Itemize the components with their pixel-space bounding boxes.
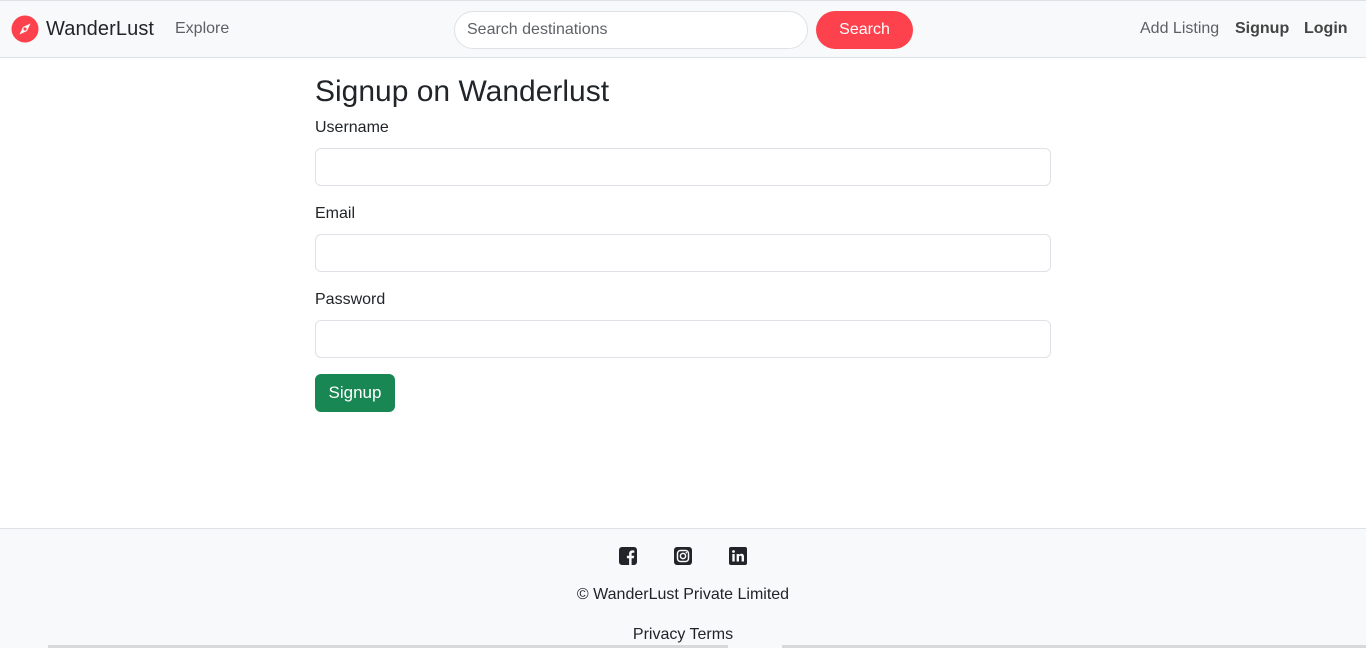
nav-login-link[interactable]: Login <box>1304 20 1348 38</box>
brand-name: WanderLust <box>46 17 155 40</box>
terms-link[interactable]: Terms <box>690 626 734 643</box>
linkedin-icon[interactable] <box>728 546 748 566</box>
social-links <box>0 546 1366 566</box>
search-input[interactable] <box>454 11 808 49</box>
nav-explore-link[interactable]: Explore <box>175 20 229 38</box>
compass-icon <box>11 15 39 43</box>
brand-link[interactable]: WanderLust <box>11 15 154 43</box>
footer-links: Privacy Terms <box>0 626 1366 644</box>
privacy-link[interactable]: Privacy <box>633 626 685 643</box>
search-button[interactable]: Search <box>816 11 913 49</box>
copyright-text: © WanderLust Private Limited <box>576 586 790 603</box>
facebook-icon[interactable] <box>618 546 638 566</box>
navbar: WanderLust Explore Search Add Listing Si… <box>0 0 1366 58</box>
username-field[interactable] <box>315 148 1051 186</box>
page-title: Signup on Wanderlust <box>315 75 610 108</box>
password-field[interactable] <box>315 320 1051 358</box>
nav-add-listing-link[interactable]: Add Listing <box>1140 20 1219 38</box>
email-field[interactable] <box>315 234 1051 272</box>
nav-signup-link[interactable]: Signup <box>1235 20 1289 38</box>
footer: © WanderLust Private Limited Privacy Ter… <box>0 528 1366 648</box>
password-label: Password <box>315 291 386 308</box>
instagram-icon[interactable] <box>673 546 693 566</box>
email-label: Email <box>315 205 356 222</box>
username-label: Username <box>315 119 389 136</box>
signup-submit-button[interactable]: Signup <box>315 374 395 412</box>
